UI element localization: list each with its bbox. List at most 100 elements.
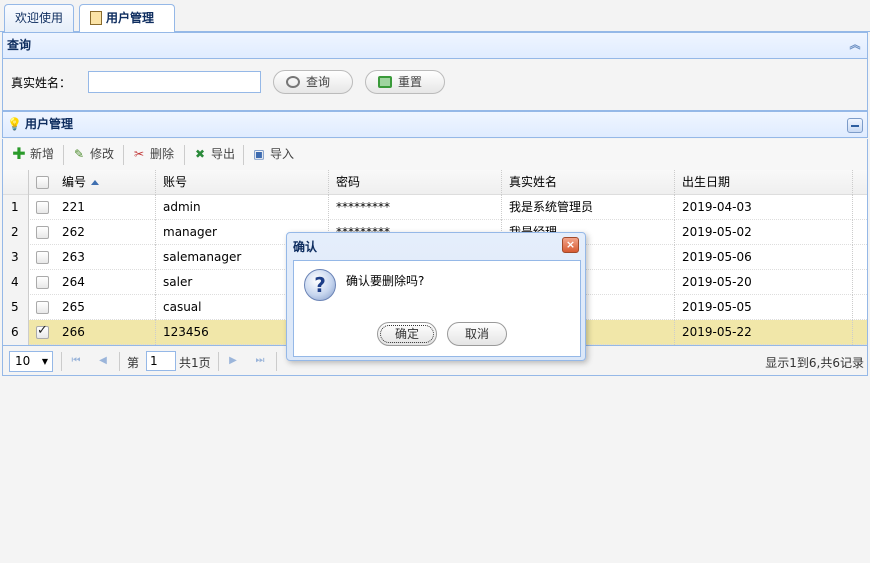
- page-size-value: 10: [15, 354, 31, 368]
- add-button-label: 新增: [30, 147, 55, 161]
- chevron-down-icon: ▼: [41, 357, 48, 366]
- edit-button-label: 修改: [90, 147, 115, 161]
- edit-button[interactable]: ✎ 修改: [71, 146, 114, 162]
- scissors-icon: ✂: [133, 147, 145, 161]
- cell-birth-date: 2019-05-20: [675, 270, 853, 295]
- pager-separator: [218, 352, 219, 371]
- cell-birth-date: 2019-05-22: [675, 320, 853, 345]
- row-checkbox[interactable]: [36, 226, 49, 239]
- reset-button[interactable]: 重置: [365, 70, 445, 94]
- grid-toolbar: ✚ 新增 ✎ 修改 ✂ 删除 ✖ 导出 ▣ 导入: [2, 139, 868, 170]
- row-checkbox[interactable]: [36, 251, 49, 264]
- cell-birth-date: 2019-04-03: [675, 195, 853, 220]
- search-icon: [286, 76, 300, 88]
- tabs-bar: 欢迎使用 用户管理×: [0, 0, 870, 51]
- reset-button-label: 重置: [398, 75, 423, 89]
- export-button-label: 导出: [211, 147, 236, 161]
- real-name-label: 真实姓名：: [11, 76, 72, 90]
- toolbar-separator: [243, 145, 244, 165]
- question-icon: ?: [304, 269, 336, 301]
- dialog-body: ? 确认要删除吗? 确定 取消: [293, 260, 581, 357]
- page-total: 共1页: [179, 356, 211, 370]
- row-number: 2: [3, 220, 29, 245]
- clipboard-icon: [90, 10, 102, 25]
- collapse-up-icon[interactable]: ︽: [849, 39, 861, 51]
- toolbar-separator: [123, 145, 124, 165]
- row-number-header: [3, 170, 29, 195]
- excel-icon: ✖: [194, 147, 206, 161]
- column-header-id[interactable]: 编号: [55, 170, 156, 195]
- add-icon: ✚: [12, 144, 26, 163]
- grid-header-row: 编号 账号 密码 真实姓名 出生日期: [3, 170, 867, 195]
- cell-id: 265: [55, 295, 156, 320]
- prev-page-icon[interactable]: ◀: [97, 355, 109, 367]
- dialog-close-button[interactable]: ×: [562, 237, 579, 253]
- column-header-password[interactable]: 密码: [329, 170, 502, 195]
- cell-id: 266: [55, 320, 156, 345]
- bulb-icon: 💡: [7, 117, 22, 131]
- cell-birth-date: 2019-05-02: [675, 220, 853, 245]
- page-prefix: 第: [127, 356, 140, 370]
- column-header-birth-date[interactable]: 出生日期: [675, 170, 853, 195]
- dialog-message: 确认要删除吗?: [346, 274, 425, 288]
- export-button[interactable]: ✖ 导出: [192, 146, 235, 162]
- row-number: 6: [3, 320, 29, 345]
- delete-button[interactable]: ✂ 删除: [131, 146, 174, 162]
- row-number: 4: [3, 270, 29, 295]
- search-panel-title: 查询: [7, 38, 32, 52]
- cell-password: *********: [329, 195, 502, 220]
- tab-user-management-label: 用户管理: [106, 11, 155, 25]
- first-page-icon[interactable]: ⏮: [70, 355, 82, 367]
- column-header-account[interactable]: 账号: [156, 170, 329, 195]
- confirm-dialog: 确认 × ? 确认要删除吗? 确定 取消: [286, 232, 586, 361]
- confirm-cancel-button[interactable]: 取消: [447, 322, 507, 346]
- import-button-label: 导入: [270, 147, 295, 161]
- row-number: 1: [3, 195, 29, 220]
- cell-birth-date: 2019-05-06: [675, 245, 853, 270]
- grid-panel-title: 用户管理: [24, 117, 73, 131]
- save-icon: ▣: [253, 147, 265, 161]
- cell-id: 263: [55, 245, 156, 270]
- add-button[interactable]: ✚ 新增: [11, 146, 54, 162]
- search-button-label: 查询: [306, 75, 331, 89]
- row-checkbox[interactable]: [36, 276, 49, 289]
- toolbar-separator: [63, 145, 64, 165]
- column-header-real-name[interactable]: 真实姓名: [502, 170, 675, 195]
- row-number: 5: [3, 295, 29, 320]
- page-size-select[interactable]: 10 ▼: [9, 351, 53, 372]
- select-all-checkbox[interactable]: [36, 176, 49, 189]
- page-number-input[interactable]: 1: [146, 351, 176, 371]
- pager-separator: [276, 352, 277, 371]
- pager-separator: [119, 352, 120, 371]
- cell-birth-date: 2019-05-05: [675, 295, 853, 320]
- real-name-input[interactable]: [88, 71, 261, 93]
- row-checkbox[interactable]: [36, 201, 49, 214]
- search-panel-header: 查询 ︽: [2, 32, 868, 59]
- pager-separator: [61, 352, 62, 371]
- cell-id: 262: [55, 220, 156, 245]
- row-checkbox[interactable]: [36, 301, 49, 314]
- page-info: 显示1到6,共6记录: [765, 356, 864, 370]
- cell-account: admin: [156, 195, 329, 220]
- toolbar-separator: [184, 145, 185, 165]
- pencil-icon: ✎: [73, 147, 85, 161]
- reset-icon: [378, 76, 392, 88]
- cell-id: 264: [55, 270, 156, 295]
- tab-welcome-label: 欢迎使用: [15, 11, 64, 25]
- last-page-icon[interactable]: ⏭: [254, 355, 266, 367]
- dialog-title: 确认: [293, 240, 318, 254]
- tab-user-management[interactable]: 用户管理×: [79, 4, 175, 51]
- import-button[interactable]: ▣ 导入: [251, 146, 294, 162]
- row-checkbox-checked[interactable]: [36, 323, 49, 339]
- confirm-ok-button[interactable]: 确定: [377, 322, 437, 346]
- cell-real-name: 我是系统管理员: [502, 195, 675, 220]
- grid-panel-header: 💡 用户管理: [2, 111, 868, 138]
- column-header-id-label: 编号: [62, 175, 87, 189]
- delete-button-label: 删除: [150, 147, 175, 161]
- next-page-icon[interactable]: ▶: [227, 355, 239, 367]
- tab-welcome[interactable]: 欢迎使用: [4, 4, 74, 32]
- collapse-panel-button[interactable]: [847, 118, 863, 133]
- search-button[interactable]: 查询: [273, 70, 353, 94]
- table-row[interactable]: 1 221 admin ********* 我是系统管理员 2019-04-03: [3, 195, 867, 220]
- sort-asc-icon: [91, 180, 100, 185]
